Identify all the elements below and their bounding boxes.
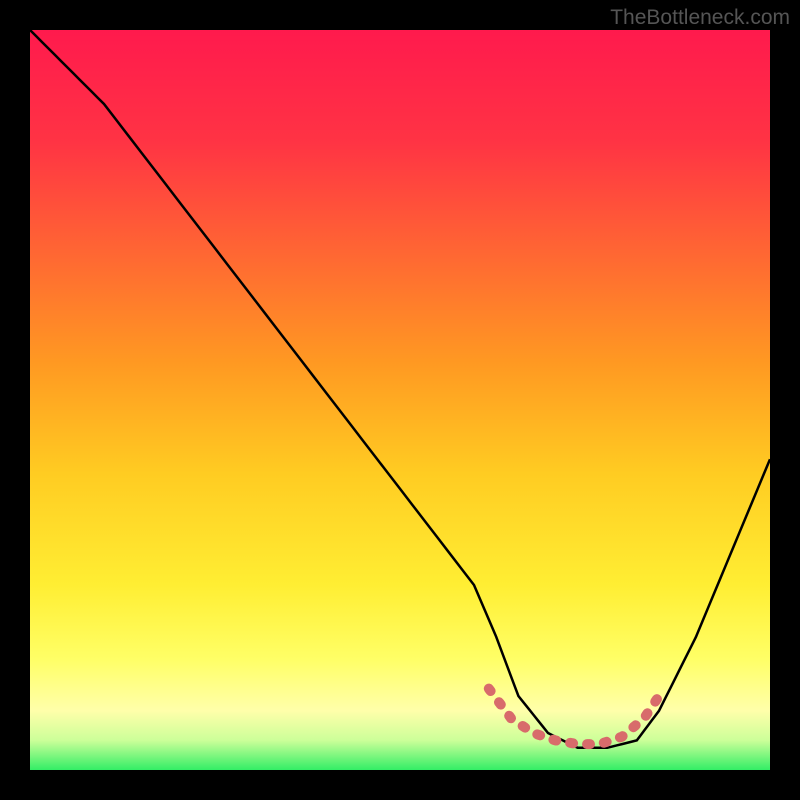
- curve-overlay: [30, 30, 770, 770]
- watermark-text: TheBottleneck.com: [610, 6, 790, 30]
- bottleneck-curve-line: [30, 30, 770, 748]
- highlight-segment-line: [489, 689, 659, 745]
- chart-area: [30, 30, 770, 770]
